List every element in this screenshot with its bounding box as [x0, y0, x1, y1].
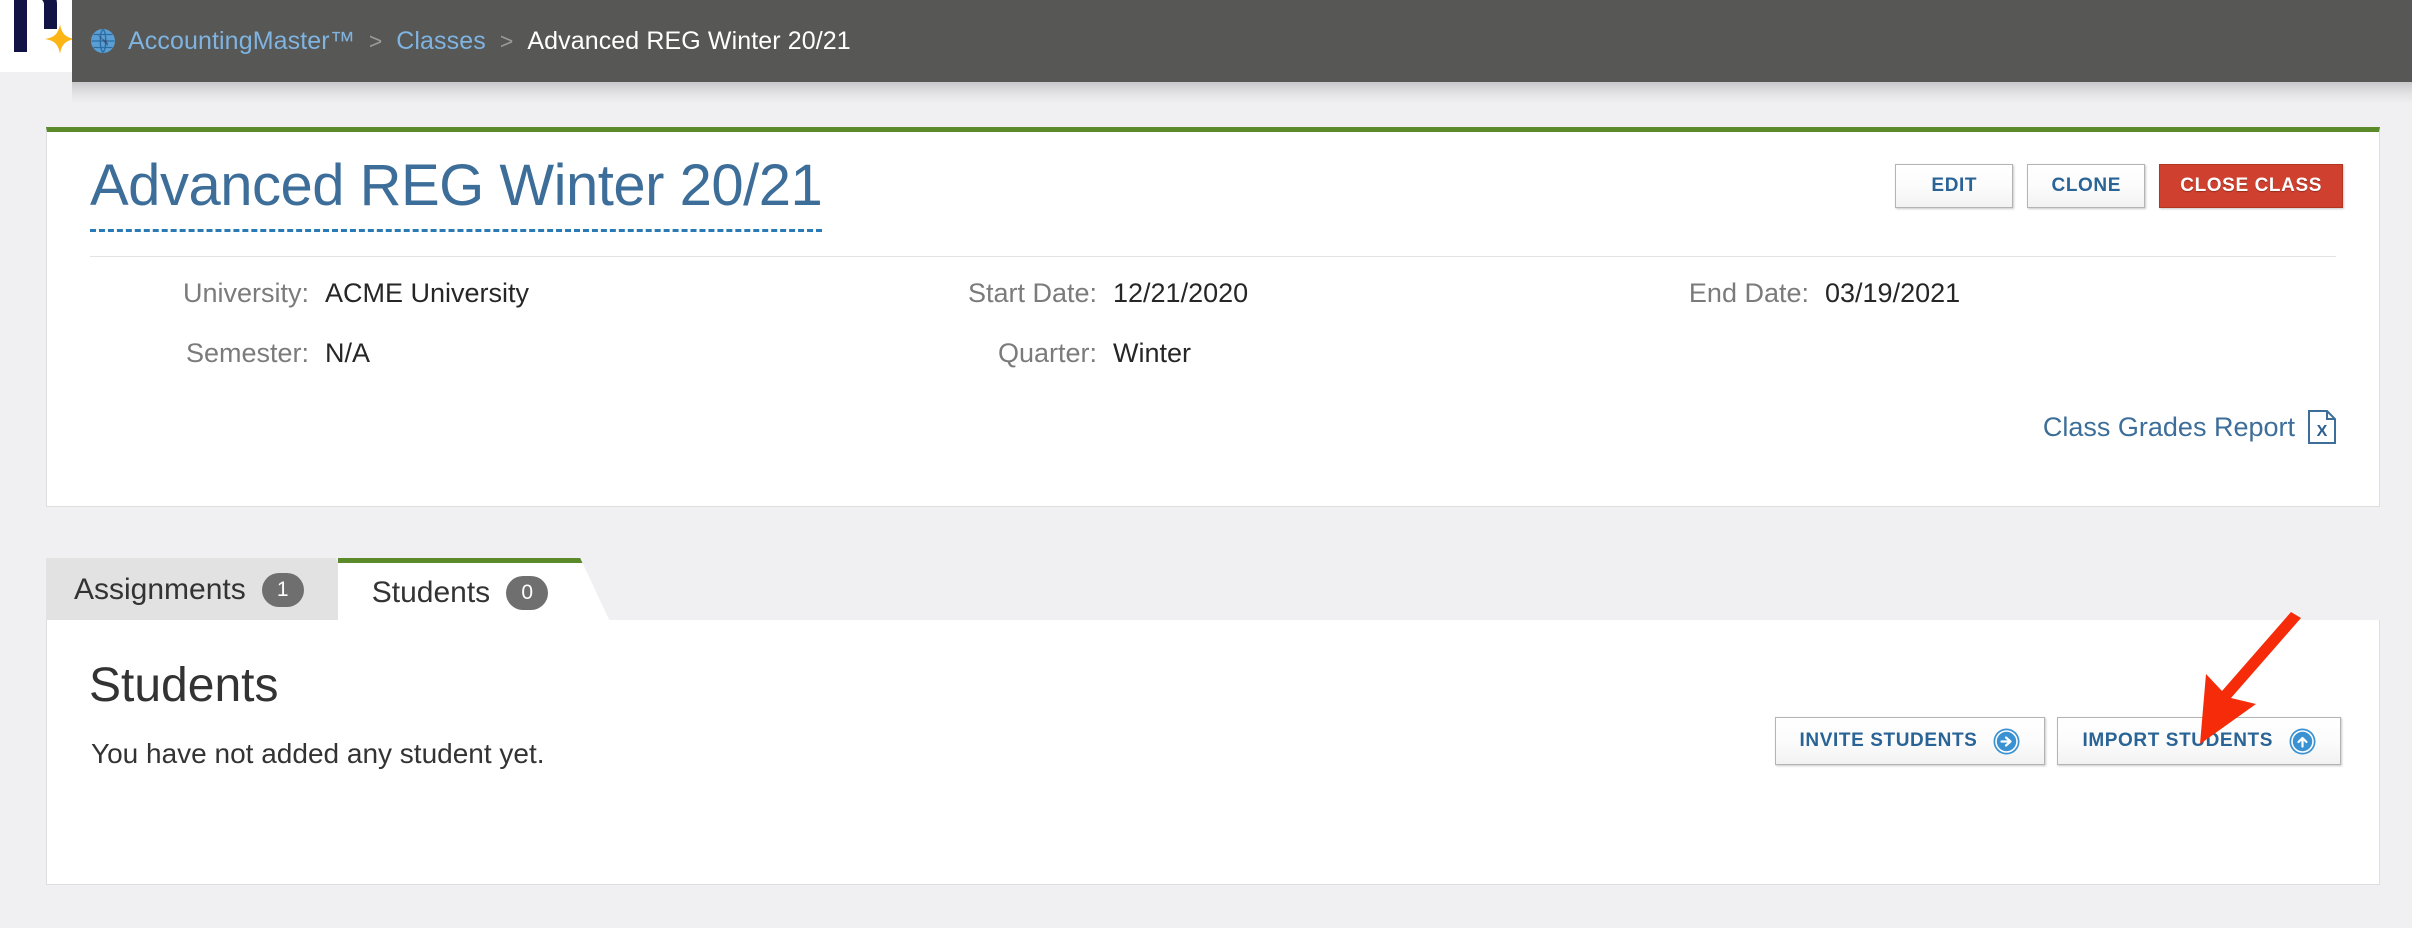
breadcrumb-item-current-class: Advanced REG Winter 20/21 — [527, 26, 851, 55]
university-value: ACME University — [325, 278, 530, 308]
tab-assignments-label: Assignments — [74, 573, 246, 606]
breadcrumb-item-accountingmaster[interactable]: AccountingMaster™ — [128, 27, 355, 56]
card-divider — [90, 256, 2336, 257]
circle-arrow-up-icon — [2289, 728, 2316, 755]
students-empty-message: You have not added any student yet. — [91, 738, 545, 769]
class-tabs: Assignments 1 Students 0 — [46, 556, 582, 622]
university-label: University: — [182, 278, 309, 308]
semester-label: Semester: — [185, 338, 309, 368]
star-icon — [45, 24, 72, 54]
class-grades-report-label: Class Grades Report — [2042, 411, 2295, 442]
start-date-value: 12/21/2020 — [1113, 278, 1249, 308]
end-date-field: End Date: 03/19/2021 — [1657, 278, 1960, 309]
start-date-label: Start Date: — [967, 278, 1097, 308]
clone-button[interactable]: CLONE — [2027, 164, 2146, 208]
topbar-shadow — [72, 82, 2412, 104]
quarter-value: Winter — [1113, 338, 1192, 368]
students-panel: Students You have not added any student … — [46, 620, 2380, 885]
top-navigation-bar: AccountingMaster™ > Classes > Advanced R… — [0, 0, 2412, 104]
invite-students-button[interactable]: INVITE STUDENTS — [1774, 717, 2046, 765]
breadcrumb-separator: > — [499, 27, 514, 54]
tab-students-label: Students — [371, 575, 491, 609]
students-heading: Students — [89, 659, 279, 712]
svg-text:X: X — [2317, 423, 2328, 440]
excel-file-icon: X — [2307, 410, 2337, 444]
import-students-label: IMPORT STUDENTS — [2082, 730, 2273, 751]
metadata-row-2: Semester: N/A Quarter: Winter — [47, 338, 2379, 398]
globe-icon — [90, 28, 116, 54]
breadcrumb-item-classes[interactable]: Classes — [396, 27, 486, 56]
quarter-field: Quarter: Winter — [907, 338, 1191, 369]
class-action-buttons: EDIT CLONE CLOSE CLASS — [1895, 164, 2343, 208]
invite-students-label: INVITE STUDENTS — [1799, 730, 1978, 751]
edit-button[interactable]: EDIT — [1895, 164, 2014, 208]
logo-letter-mark — [14, 0, 57, 52]
circle-arrow-right-icon — [1993, 728, 2020, 755]
class-title-row: Advanced REG Winter 20/21 EDIT CLONE CLO… — [47, 132, 2379, 252]
start-date-field: Start Date: 12/21/2020 — [907, 278, 1248, 309]
university-field: University: ACME University — [167, 278, 529, 309]
class-info-card: Advanced REG Winter 20/21 EDIT CLONE CLO… — [46, 127, 2380, 507]
app-logo[interactable] — [0, 0, 72, 72]
end-date-value: 03/19/2021 — [1825, 278, 1961, 308]
class-grades-report-link[interactable]: Class Grades Report X — [2043, 410, 2337, 444]
students-action-buttons: INVITE STUDENTS IMPORT STUDENTS — [1774, 717, 2341, 765]
end-date-label: End Date: — [1688, 278, 1809, 308]
semester-field: Semester: N/A — [167, 338, 370, 369]
tab-students[interactable]: Students 0 — [338, 558, 610, 622]
breadcrumb-separator: > — [368, 27, 383, 54]
quarter-label: Quarter: — [997, 338, 1097, 368]
import-students-button[interactable]: IMPORT STUDENTS — [2057, 717, 2341, 765]
semester-value: N/A — [325, 338, 371, 368]
tab-assignments-badge: 1 — [262, 573, 304, 607]
metadata-row-1: University: ACME University Start Date: … — [47, 278, 2379, 338]
close-class-button[interactable]: CLOSE CLASS — [2159, 164, 2343, 208]
class-metadata: University: ACME University Start Date: … — [47, 278, 2379, 398]
breadcrumb-bar: AccountingMaster™ > Classes > Advanced R… — [72, 0, 2412, 82]
tab-students-badge: 0 — [506, 576, 548, 610]
tab-assignments[interactable]: Assignments 1 — [46, 558, 366, 622]
page-title: Advanced REG Winter 20/21 — [90, 152, 823, 232]
